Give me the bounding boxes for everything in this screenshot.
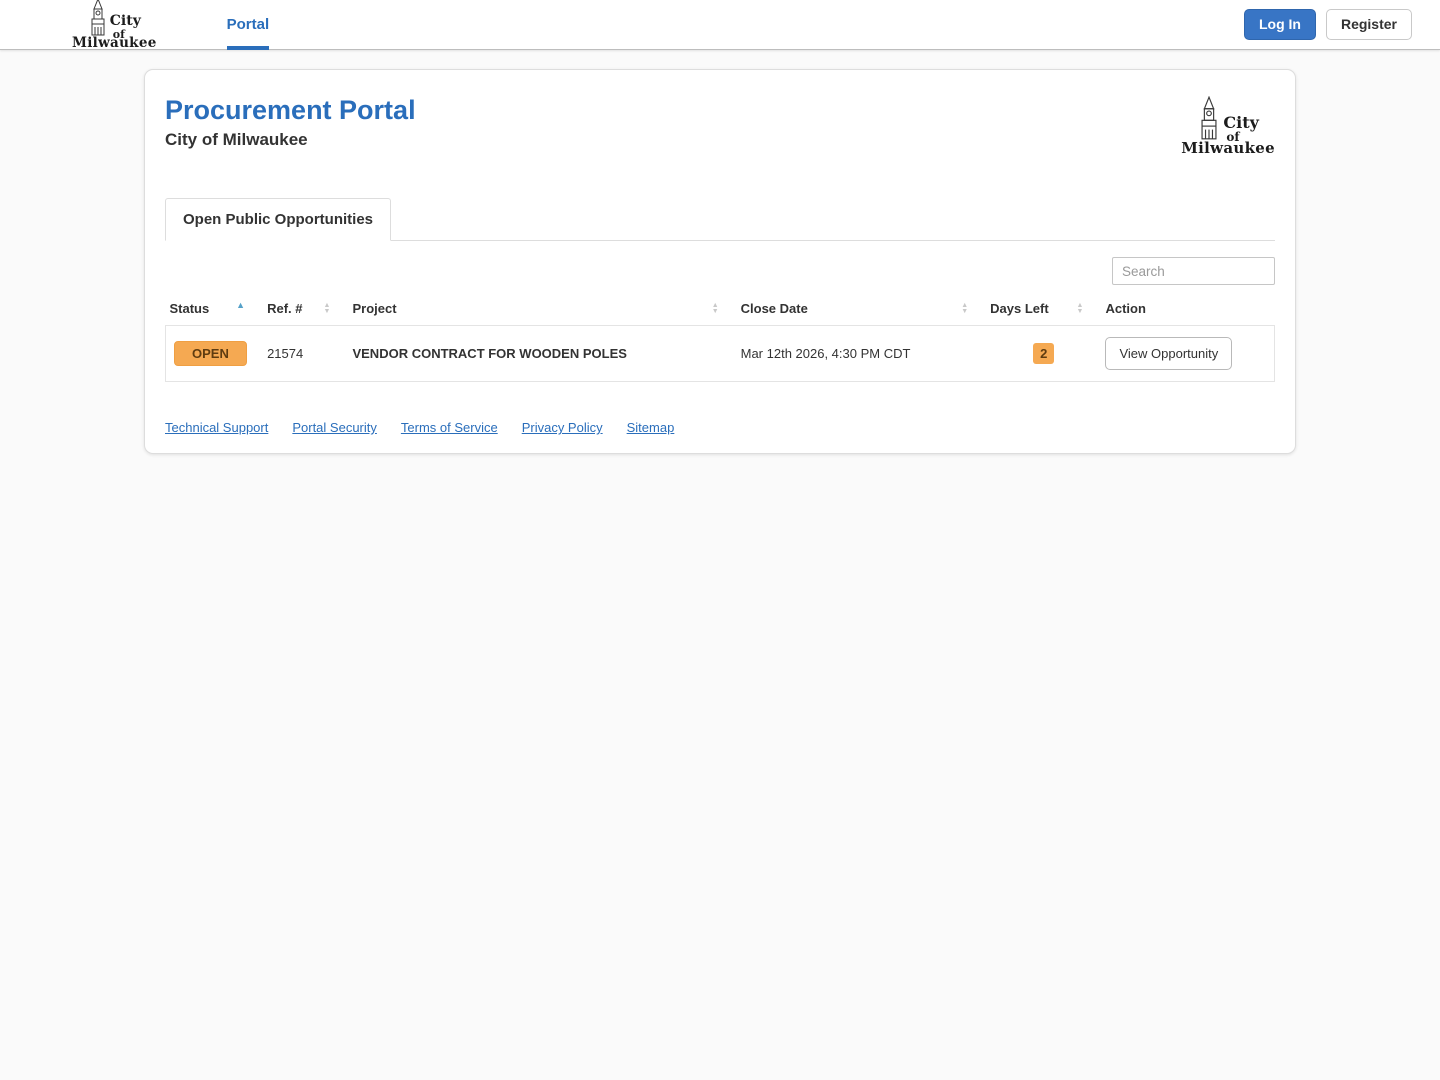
column-header-ref[interactable]: Ref. # ▲ ▼ <box>263 293 348 326</box>
top-navbar: City of Milwaukee Portal Log In Register <box>0 0 1440 50</box>
nav-actions: Log In Register <box>1243 9 1412 40</box>
tab-open-public-opportunities[interactable]: Open Public Opportunities <box>165 198 392 241</box>
column-header-close-date[interactable]: Close Date ▲ ▼ <box>737 293 987 326</box>
opportunities-table: Status ▲ Ref. # ▲ ▼ Project ▲ ▼ Close Da… <box>165 293 1276 382</box>
sort-icon[interactable]: ▲ ▼ <box>324 302 331 315</box>
page-subtitle: City of Milwaukee <box>165 129 308 149</box>
column-header-action: Action <box>1105 301 1146 316</box>
logo-text-city: City <box>109 13 141 30</box>
technical-support-link[interactable]: Technical Support <box>165 420 268 435</box>
column-header-project[interactable]: Project ▲ ▼ <box>348 293 736 326</box>
portal-security-link[interactable]: Portal Security <box>292 420 377 435</box>
logo-text-milwaukee: Milwaukee <box>72 35 157 52</box>
register-button[interactable]: Register <box>1325 9 1412 40</box>
column-header-status[interactable]: Status ▲ <box>166 293 264 326</box>
search-row <box>165 257 1275 285</box>
sort-icon[interactable]: ▲ ▼ <box>1077 302 1084 315</box>
sort-icon[interactable]: ▲ ▼ <box>961 302 968 315</box>
card-header: Procurement Portal City of Milwaukee Cit… <box>165 95 1275 157</box>
table-row: OPEN 21574 VENDOR CONTRACT FOR WOODEN PO… <box>165 325 1276 382</box>
table-header-row: Status ▲ Ref. # ▲ ▼ Project ▲ ▼ Close Da… <box>166 293 1275 326</box>
view-opportunity-button[interactable]: View Opportunity <box>1105 337 1233 370</box>
city-hall-tower-icon <box>1197 95 1221 144</box>
sitemap-link[interactable]: Sitemap <box>627 420 675 435</box>
city-of-milwaukee-logo: City of Milwaukee <box>72 0 157 51</box>
project-cell: VENDOR CONTRACT FOR WOODEN POLES <box>348 325 737 382</box>
sort-icon[interactable]: ▲ ▼ <box>712 302 719 315</box>
days-left-cell: 2 <box>986 325 1102 382</box>
tab-bar: Open Public Opportunities <box>165 198 1275 241</box>
city-hall-tower-icon <box>88 0 108 40</box>
privacy-policy-link[interactable]: Privacy Policy <box>522 420 603 435</box>
status-cell: OPEN <box>165 325 264 382</box>
terms-of-service-link[interactable]: Terms of Service <box>401 420 498 435</box>
sort-asc-icon[interactable]: ▲ <box>236 301 245 310</box>
action-cell: View Opportunity <box>1101 325 1276 382</box>
days-left-badge: 2 <box>1033 343 1055 364</box>
page-title: Procurement Portal <box>165 95 416 125</box>
log-in-button[interactable]: Log In <box>1243 9 1316 40</box>
city-of-milwaukee-logo: City of Milwaukee <box>1181 95 1275 157</box>
ref-cell: 21574 <box>263 325 349 382</box>
logo-text-milwaukee: Milwaukee <box>1181 139 1275 157</box>
search-input[interactable] <box>1112 257 1275 285</box>
column-header-days-left[interactable]: Days Left ▲ ▼ <box>986 293 1101 326</box>
status-badge: OPEN <box>174 341 247 366</box>
procurement-portal-card: Procurement Portal City of Milwaukee Cit… <box>144 69 1296 454</box>
nav-tab-portal[interactable]: Portal <box>226 0 269 50</box>
footer-links: Technical Support Portal Security Terms … <box>165 420 1275 435</box>
logo-text-city: City <box>1223 112 1259 132</box>
close-date-cell: Mar 12th 2026, 4:30 PM CDT <box>736 325 987 382</box>
